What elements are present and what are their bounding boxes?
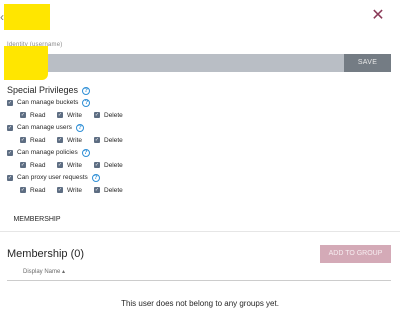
privilege-checkbox[interactable]: ✓: [7, 174, 13, 181]
privilege-label: Can manage policies: [17, 149, 78, 156]
sub-permission-label: Read: [30, 186, 46, 194]
close-icon[interactable]: ✕: [370, 8, 386, 24]
redacted-title-block: [4, 4, 50, 30]
sub-permission-checkbox[interactable]: ✓: [57, 187, 63, 193]
membership-title: Membership (0): [7, 248, 85, 260]
tab-membership[interactable]: MEMBERSHIP: [7, 210, 67, 232]
privilege-label: Can proxy user requests: [17, 174, 88, 181]
sub-permission-label: Delete: [104, 161, 123, 169]
sub-permission-label: Write: [67, 111, 83, 119]
sub-permission-checkbox[interactable]: ✓: [20, 112, 26, 118]
save-button[interactable]: SAVE: [344, 54, 391, 72]
sub-permission-checkbox[interactable]: ✓: [94, 137, 100, 143]
sub-permission-delete[interactable]: ✓ Delete: [94, 162, 131, 169]
sub-permission-label: Delete: [104, 136, 123, 144]
sub-permission-checkbox[interactable]: ✓: [20, 162, 26, 168]
special-privileges-title: Special Privileges?: [7, 85, 91, 95]
sub-permission-read[interactable]: ✓ Read: [20, 162, 57, 169]
privilege-checkbox[interactable]: ✓: [7, 149, 13, 156]
sub-permission-label: Delete: [104, 186, 123, 194]
privilege-sub-row: ✓ Read ✓ Write ✓ Delete: [7, 159, 307, 171]
sub-permission-write[interactable]: ✓ Write: [57, 162, 94, 169]
sub-permission-read[interactable]: ✓ Read: [20, 112, 57, 119]
privilege-sub-row: ✓ Read ✓ Write ✓ Delete: [7, 134, 307, 146]
privilege-checkbox[interactable]: ✓: [7, 124, 13, 131]
help-icon[interactable]: ?: [82, 86, 91, 95]
privilege-sub-row: ✓ Read ✓ Write ✓ Delete: [7, 109, 307, 121]
sub-permission-write[interactable]: ✓ Write: [57, 137, 94, 144]
sub-permission-label: Delete: [104, 111, 123, 119]
sub-permission-checkbox[interactable]: ✓: [57, 112, 63, 118]
sub-permission-label: Write: [67, 136, 83, 144]
privileges-list: ✓ Can manage buckets? ✓ Read ✓ Write ✓ Delete ✓ C…: [7, 96, 307, 196]
sub-permission-checkbox[interactable]: ✓: [94, 162, 100, 168]
display-name-column-header[interactable]: Display Name ▴: [23, 268, 65, 275]
sub-permission-label: Read: [30, 111, 46, 119]
privilege-sub-row: ✓ Read ✓ Write ✓ Delete: [7, 184, 307, 196]
privilege-row: ✓ Can manage users?: [7, 121, 307, 134]
privilege-row: ✓ Can manage policies?: [7, 146, 307, 159]
empty-groups-message: This user does not belong to any groups …: [121, 299, 279, 308]
sub-permission-delete[interactable]: ✓ Delete: [94, 187, 131, 194]
sub-permission-read[interactable]: ✓ Read: [20, 187, 57, 194]
help-icon[interactable]: ?: [91, 173, 100, 182]
sub-permission-delete[interactable]: ✓ Delete: [94, 112, 131, 119]
sub-permission-checkbox[interactable]: ✓: [94, 112, 100, 118]
identity-input[interactable]: [7, 54, 344, 72]
sub-permission-checkbox[interactable]: ✓: [57, 137, 63, 143]
sub-permission-label: Read: [30, 136, 46, 144]
sub-permission-label: Read: [30, 161, 46, 169]
sub-permission-write[interactable]: ✓ Write: [57, 187, 94, 194]
privilege-checkbox[interactable]: ✓: [7, 99, 13, 106]
sub-permission-checkbox[interactable]: ✓: [20, 137, 26, 143]
privilege-label: Can manage buckets: [17, 99, 79, 106]
help-icon[interactable]: ?: [81, 148, 90, 157]
add-to-group-button[interactable]: ADD TO GROUP: [320, 245, 391, 263]
sub-permission-write[interactable]: ✓ Write: [57, 112, 94, 119]
sub-permission-label: Write: [67, 186, 83, 194]
sub-permission-checkbox[interactable]: ✓: [20, 187, 26, 193]
sub-permission-delete[interactable]: ✓ Delete: [94, 137, 131, 144]
tab-divider: [0, 231, 400, 232]
sub-permission-label: Write: [67, 161, 83, 169]
privilege-label: Can manage users: [17, 124, 72, 131]
sub-permission-read[interactable]: ✓ Read: [20, 137, 57, 144]
privilege-row: ✓ Can manage buckets?: [7, 96, 307, 109]
help-icon[interactable]: ?: [75, 123, 84, 132]
table-header-rule: [7, 280, 391, 281]
help-icon[interactable]: ?: [82, 98, 91, 107]
sub-permission-checkbox[interactable]: ✓: [94, 187, 100, 193]
special-privileges-label: Special Privileges: [7, 85, 79, 95]
sub-permission-checkbox[interactable]: ✓: [57, 162, 63, 168]
redacted-username-block: [4, 46, 48, 80]
privilege-row: ✓ Can proxy user requests?: [7, 171, 307, 184]
